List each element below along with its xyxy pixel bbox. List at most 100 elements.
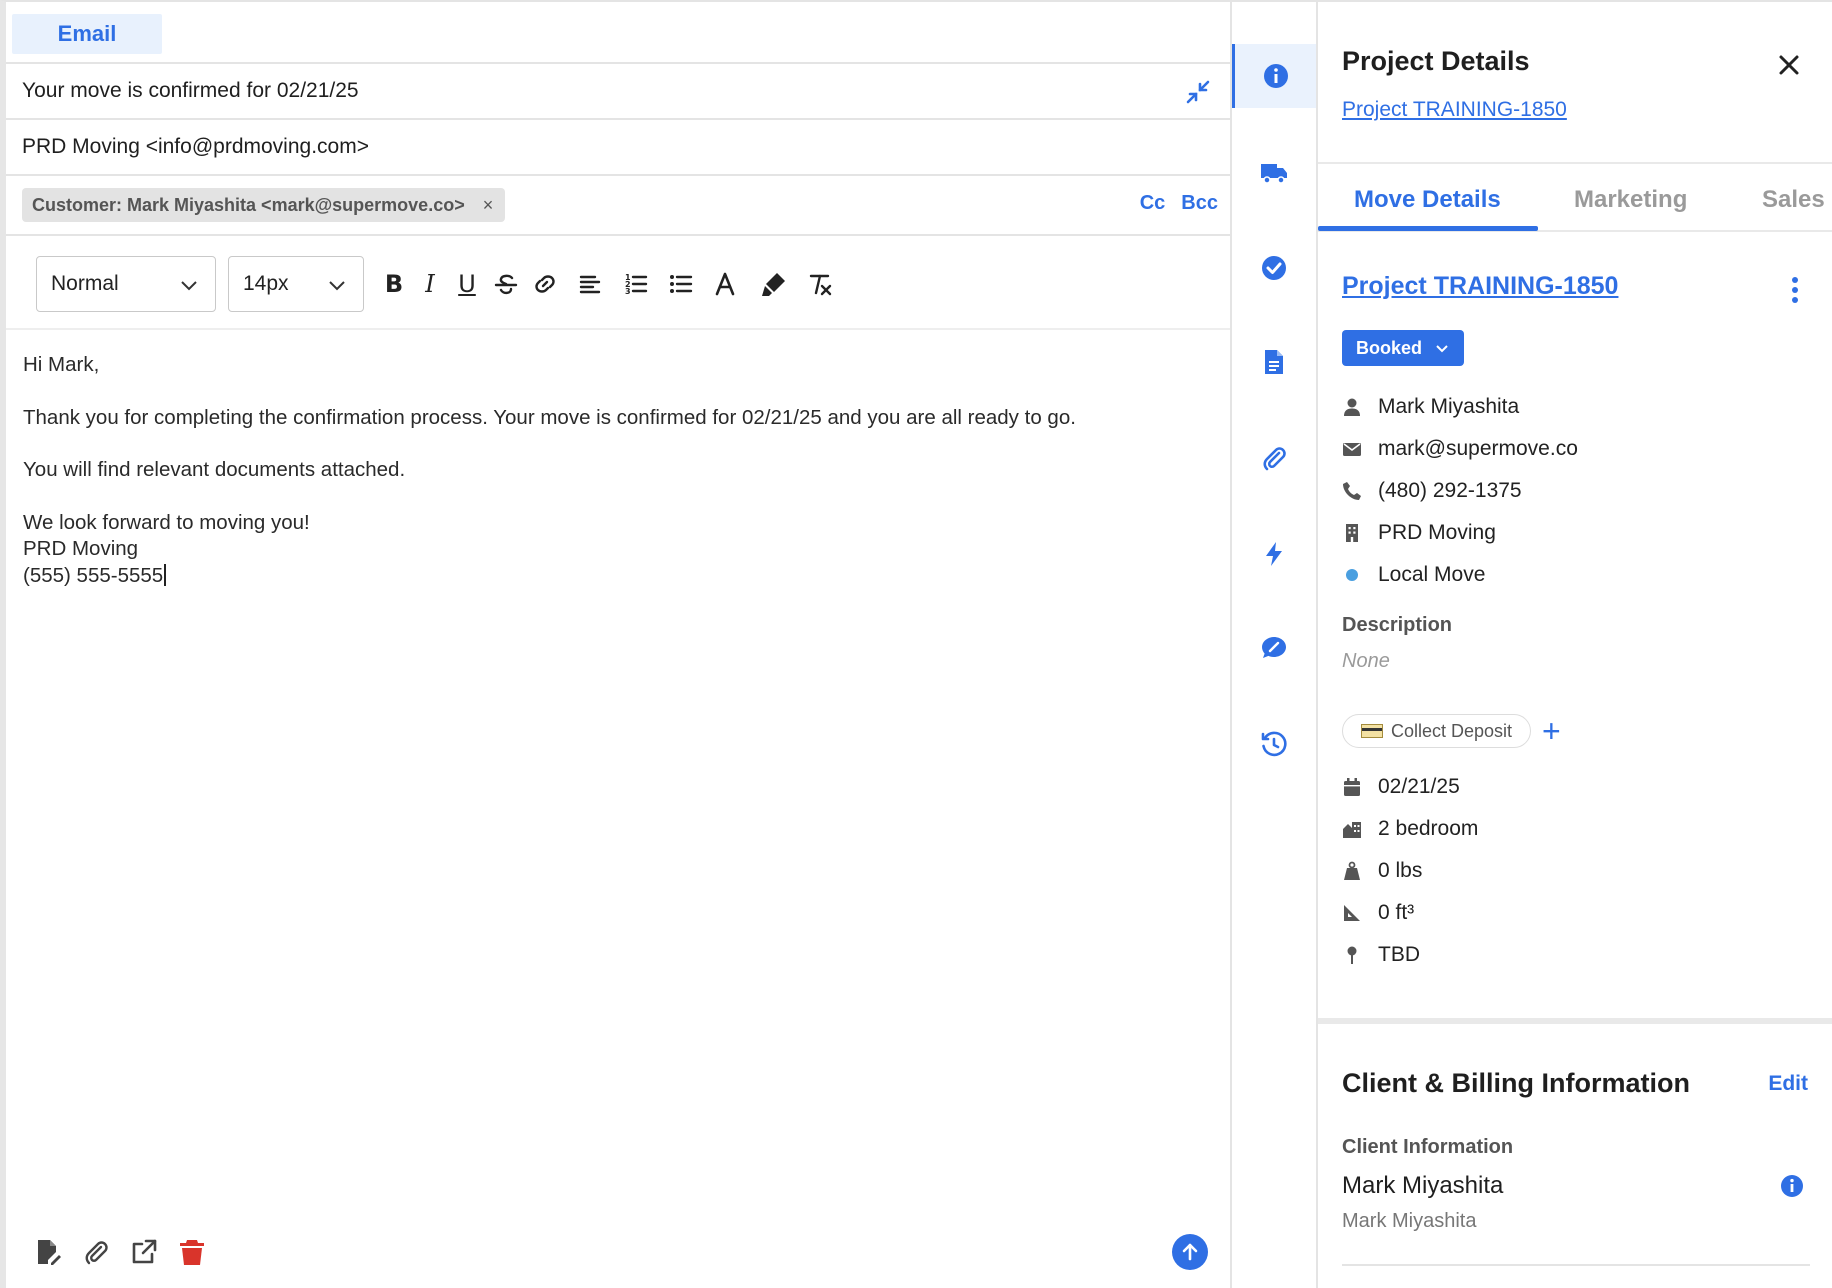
calendar-icon <box>1342 777 1362 797</box>
more-options-icon[interactable] <box>1790 276 1800 304</box>
person-icon <box>1342 397 1362 417</box>
svg-text:3: 3 <box>625 287 631 296</box>
description-value: None <box>1342 650 1390 672</box>
greeting-text: Hi Mark, <box>23 353 100 376</box>
email-tab[interactable]: Email <box>12 14 162 54</box>
chevron-down-icon <box>327 275 347 295</box>
subject-text: Your move is confirmed for 02/21/25 <box>22 79 359 102</box>
divider <box>1342 1264 1810 1266</box>
to-field[interactable]: Customer: Mark Miyashita <mark@supermove… <box>6 174 1230 234</box>
contact-info: Mark Miyashita mark@supermove.co (480) 2… <box>1342 386 1578 596</box>
minimize-icon[interactable] <box>1184 78 1212 106</box>
phone-icon <box>1342 481 1362 501</box>
check-circle-icon <box>1262 256 1286 280</box>
email-body-editor[interactable]: Hi Mark, Thank you for completing the co… <box>23 352 1203 589</box>
close-icon[interactable] <box>1776 52 1802 78</box>
phone-text: (555) 555-5555 <box>23 563 164 587</box>
rail-attachment[interactable] <box>1232 426 1316 490</box>
envelope-icon <box>1342 439 1362 459</box>
rail-document[interactable] <box>1232 330 1316 394</box>
collect-deposit-button[interactable]: Collect Deposit <box>1342 714 1532 748</box>
contact-phone-row: (480) 292-1375 <box>1342 470 1578 512</box>
rail-automation[interactable] <box>1232 522 1316 586</box>
client-name: Mark Miyashita <box>1342 1172 1504 1199</box>
trash-icon[interactable] <box>178 1238 206 1266</box>
cc-button[interactable]: Cc <box>1140 192 1166 215</box>
credit-card-icon <box>1361 724 1383 738</box>
template-icon[interactable] <box>34 1238 62 1266</box>
section-divider <box>1318 1018 1832 1024</box>
align-left-icon[interactable] <box>576 270 604 298</box>
chevron-down-icon <box>179 275 199 295</box>
move-location-row: TBD <box>1342 934 1478 976</box>
rail-info[interactable] <box>1232 44 1316 108</box>
font-size-select[interactable]: 14px <box>228 256 364 312</box>
text-style-select[interactable]: Normal <box>36 256 216 312</box>
composer-actions <box>34 1238 206 1266</box>
signature-block: We look forward to moving you! PRD Movin… <box>23 510 1203 590</box>
strikethrough-icon[interactable] <box>492 270 520 298</box>
rail-truck[interactable] <box>1232 140 1316 204</box>
move-weight-row: 0 lbs <box>1342 850 1478 892</box>
external-link-icon[interactable] <box>130 1238 158 1266</box>
edit-billing-button[interactable]: Edit <box>1768 1072 1808 1096</box>
description-label: Description <box>1342 614 1453 636</box>
arrow-up-icon <box>1182 1243 1198 1261</box>
document-icon <box>1265 350 1283 374</box>
remove-recipient-icon[interactable]: × <box>483 195 494 216</box>
status-dropdown[interactable]: Booked <box>1342 330 1465 366</box>
project-details-panel: Project Details Project TRAINING-1850 Mo… <box>1316 0 1832 1288</box>
rail-messages[interactable] <box>1232 616 1316 680</box>
send-button[interactable] <box>1172 1234 1208 1270</box>
company-text: PRD Moving <box>23 537 139 560</box>
ordered-list-icon[interactable]: 123 <box>622 270 650 298</box>
paperclip-icon <box>1263 447 1286 471</box>
text-color-icon[interactable] <box>711 270 739 298</box>
client-info-label: Client Information <box>1342 1136 1514 1158</box>
contact-name-row: Mark Miyashita <box>1342 386 1578 428</box>
add-button[interactable]: + <box>1542 714 1561 748</box>
email-composer: Email Your move is confirmed for 02/21/2… <box>0 0 1232 1288</box>
recipient-chip[interactable]: Customer: Mark Miyashita <mark@supermove… <box>22 188 506 222</box>
details-tabs: Move Details Marketing Sales <box>1318 162 1832 232</box>
move-info: 02/21/25 2 bedroom 0 lbs 0 ft³ TBD <box>1342 766 1478 976</box>
rail-history[interactable] <box>1232 712 1316 776</box>
bcc-button[interactable]: Bcc <box>1181 192 1218 215</box>
from-text: PRD Moving <info@prdmoving.com> <box>22 135 369 158</box>
weight-icon <box>1342 861 1362 881</box>
link-icon[interactable] <box>531 270 559 298</box>
move-type-row: Local Move <box>1342 554 1578 596</box>
tab-marketing[interactable]: Marketing <box>1574 186 1687 214</box>
formatting-toolbar: Normal 14px B I U 123 <box>6 234 1230 330</box>
font-size-value: 14px <box>243 272 289 295</box>
bold-button[interactable]: B <box>380 270 408 298</box>
project-heading-link[interactable]: Project TRAINING-1850 <box>1342 272 1618 301</box>
body-paragraph: You will find relevant documents attache… <box>23 458 406 481</box>
project-link[interactable]: Project TRAINING-1850 <box>1342 98 1567 122</box>
body-paragraph: Thank you for completing the confirmatio… <box>23 405 1076 429</box>
highlighter-icon[interactable] <box>760 270 788 298</box>
move-size-row: 2 bedroom <box>1342 808 1478 850</box>
info-icon[interactable] <box>1780 1174 1804 1198</box>
tab-move-details[interactable]: Move Details <box>1354 186 1501 214</box>
map-pin-icon <box>1342 945 1362 965</box>
clear-formatting-icon[interactable] <box>806 270 834 298</box>
rail-check[interactable] <box>1232 236 1316 300</box>
ruler-triangle-icon <box>1342 903 1362 923</box>
chevron-down-icon <box>1436 345 1448 353</box>
subject-field[interactable]: Your move is confirmed for 02/21/25 <box>6 62 1230 118</box>
panel-icon-rail <box>1232 0 1316 1288</box>
billing-section-title: Client & Billing Information <box>1342 1068 1690 1098</box>
status-value: Booked <box>1356 337 1423 358</box>
tab-sales[interactable]: Sales <box>1762 186 1825 214</box>
underline-button[interactable]: U <box>453 270 481 298</box>
italic-button[interactable]: I <box>416 270 444 298</box>
attachment-icon[interactable] <box>82 1238 110 1266</box>
from-field[interactable]: PRD Moving <info@prdmoving.com> <box>6 118 1230 174</box>
info-icon <box>1263 64 1288 88</box>
text-style-value: Normal <box>51 272 119 295</box>
home-size-icon <box>1342 819 1362 839</box>
contact-organization-row: PRD Moving <box>1342 512 1578 554</box>
history-icon <box>1261 731 1287 757</box>
bullet-list-icon[interactable] <box>667 270 695 298</box>
